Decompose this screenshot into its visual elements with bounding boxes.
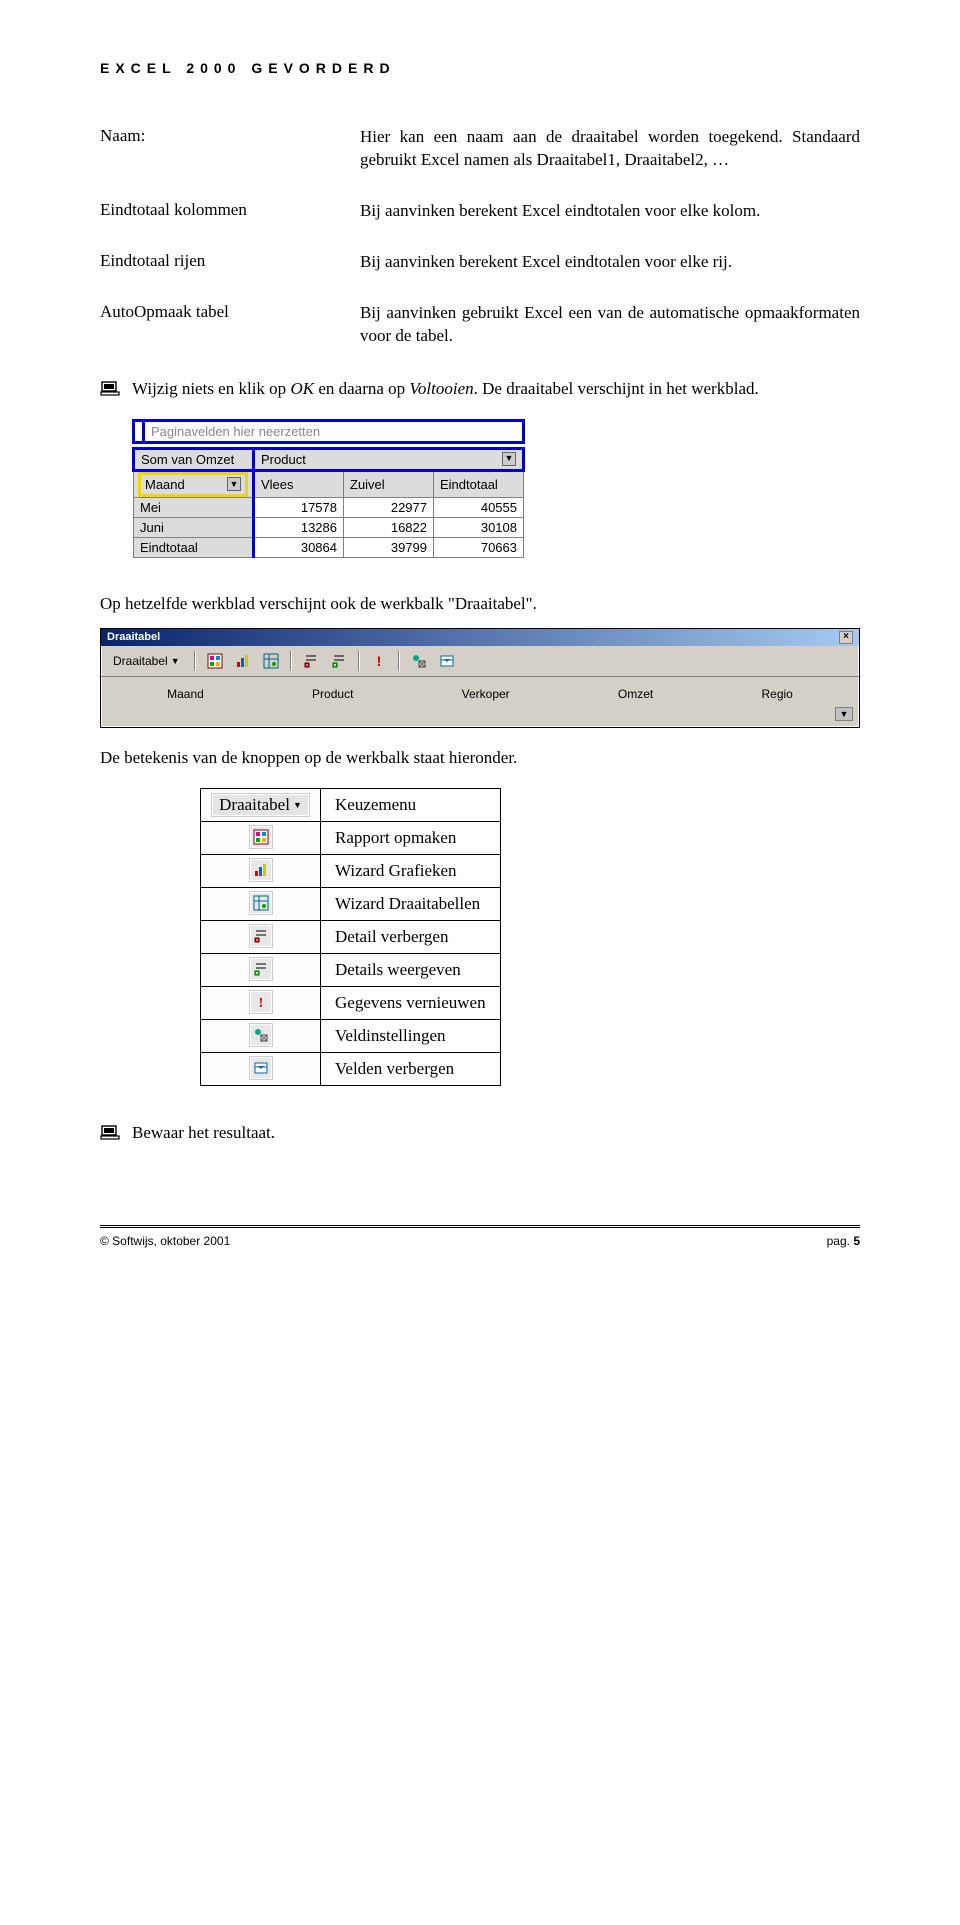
format-report-icon[interactable]	[204, 650, 226, 672]
toolbar-titlebar: Draaitabel ×	[101, 629, 859, 646]
show-detail-icon	[250, 958, 272, 980]
action-text: Bewaar het resultaat.	[132, 1122, 860, 1145]
legend-label: Veldinstellingen	[321, 1019, 501, 1052]
definition-term: AutoOpmaak tabel	[100, 302, 360, 348]
svg-text:!: !	[258, 996, 263, 1010]
format-report-icon	[250, 826, 272, 848]
field-chip[interactable]: Maand	[167, 687, 204, 701]
legend-label: Details weergeven	[321, 953, 501, 986]
chart-wizard-icon	[250, 859, 272, 881]
chevron-down-icon: ▼	[171, 656, 180, 666]
field-settings-icon	[250, 1024, 272, 1046]
definition-desc: Bij aanvinken berekent Excel eindtotalen…	[360, 200, 860, 223]
action-step: Bewaar het resultaat.	[100, 1122, 860, 1145]
legend-label: Keuzemenu	[321, 788, 501, 821]
field-chip[interactable]: Omzet	[618, 687, 653, 701]
chevron-down-icon[interactable]: ▼	[502, 452, 516, 466]
pivot-row-header: Juni	[134, 517, 254, 537]
pivot-value: 30108	[434, 517, 524, 537]
close-icon[interactable]: ×	[839, 631, 853, 644]
pivot-row-header: Eindtotaal	[134, 537, 254, 557]
pivot-month-dropdown[interactable]: Maand ▼	[134, 470, 254, 497]
pivot-value: 22977	[344, 497, 434, 517]
icon-legend: Draaitabel ▼ Keuzemenu Rapport opmaken W…	[200, 788, 860, 1086]
definition-desc: Bij aanvinken gebruikt Excel een van de …	[360, 302, 860, 348]
pivot-col-header: Eindtotaal	[434, 470, 524, 497]
definition-term: Naam:	[100, 126, 360, 172]
show-detail-icon[interactable]	[328, 650, 350, 672]
hide-fields-icon	[250, 1057, 272, 1079]
action-text: Wijzig niets en klik op OK en daarna op …	[132, 378, 860, 401]
pivot-dropzone: Paginavelden hier neerzetten	[144, 420, 524, 442]
pivot-value: 70663	[434, 537, 524, 557]
definition-term: Eindtotaal rijen	[100, 251, 360, 274]
legend-label: Gegevens vernieuwen	[321, 986, 501, 1019]
chevron-down-icon[interactable]: ▼	[227, 477, 241, 491]
legend-label: Wizard Grafieken	[321, 854, 501, 887]
definition-term: Eindtotaal kolommen	[100, 200, 360, 223]
legend-label: Detail verbergen	[321, 920, 501, 953]
toolbar-title-text: Draaitabel	[107, 631, 160, 643]
separator	[358, 651, 360, 671]
hide-fields-icon[interactable]	[436, 650, 458, 672]
field-chip[interactable]: Regio	[761, 687, 792, 701]
toolbar-buttons-row: Draaitabel ▼ !	[101, 646, 859, 677]
pivot-wizard-icon	[250, 892, 272, 914]
hide-detail-icon	[250, 925, 272, 947]
definition-desc: Bij aanvinken berekent Excel eindtotalen…	[360, 251, 860, 274]
footer-pagenum: pag. 5	[827, 1234, 860, 1248]
toolbar-fields-row: Maand Product Verkoper Omzet Regio	[101, 677, 859, 707]
field-settings-icon[interactable]	[408, 650, 430, 672]
footer-copyright: © Softwijs, oktober 2001	[100, 1234, 230, 1248]
legend-label: Rapport opmaken	[321, 821, 501, 854]
definition-row: Eindtotaal rijen Bij aanvinken berekent …	[100, 251, 860, 274]
pivot-col-header: Vlees	[254, 470, 344, 497]
pivot-product-dropdown[interactable]: Product ▼	[254, 448, 524, 470]
pivot-value: 17578	[254, 497, 344, 517]
legend-label: Velden verbergen	[321, 1052, 501, 1085]
legend-icon-cell: Draaitabel ▼	[201, 788, 321, 821]
definition-row: Naam: Hier kan een naam aan de draaitabe…	[100, 126, 860, 172]
pivot-value: 16822	[344, 517, 434, 537]
hide-detail-icon[interactable]	[300, 650, 322, 672]
refresh-data-icon[interactable]: !	[368, 650, 390, 672]
separator	[290, 651, 292, 671]
pivot-table-screenshot: Paginavelden hier neerzetten Som van Omz…	[132, 419, 860, 558]
draaitabel-menu-button[interactable]: Draaitabel ▼	[107, 650, 186, 672]
page-header: EXCEL 2000 GEVORDERD	[100, 60, 860, 76]
pivot-value: 40555	[434, 497, 524, 517]
pivot-wizard-icon[interactable]	[260, 650, 282, 672]
definition-desc: Hier kan een naam aan de draaitabel word…	[360, 126, 860, 172]
definition-row: Eindtotaal kolommen Bij aanvinken bereke…	[100, 200, 860, 223]
body-text: Op hetzelfde werkblad verschijnt ook de …	[100, 594, 860, 614]
pivot-row-header: Mei	[134, 497, 254, 517]
separator	[194, 651, 196, 671]
pivot-toolbar-screenshot: Draaitabel × Draaitabel ▼ !	[100, 628, 860, 728]
pivot-value: 30864	[254, 537, 344, 557]
computer-icon	[100, 378, 132, 398]
pivot-value: 13286	[254, 517, 344, 537]
body-text: De betekenis van de knoppen op de werkba…	[100, 748, 860, 768]
pivot-corner: Som van Omzet	[134, 448, 254, 470]
svg-text:!: !	[376, 653, 381, 669]
chart-wizard-icon[interactable]	[232, 650, 254, 672]
definition-row: AutoOpmaak tabel Bij aanvinken gebruikt …	[100, 302, 860, 348]
pivot-value: 39799	[344, 537, 434, 557]
action-step: Wijzig niets en klik op OK en daarna op …	[100, 378, 860, 401]
computer-icon	[100, 1122, 132, 1142]
page-footer: © Softwijs, oktober 2001 pag. 5	[100, 1225, 860, 1248]
definitions-list: Naam: Hier kan een naam aan de draaitabe…	[100, 126, 860, 348]
scroll-down-icon[interactable]: ▼	[835, 707, 853, 721]
refresh-data-icon: !	[250, 991, 272, 1013]
field-chip[interactable]: Product	[312, 687, 353, 701]
legend-label: Wizard Draaitabellen	[321, 887, 501, 920]
separator	[398, 651, 400, 671]
field-chip[interactable]: Verkoper	[462, 687, 510, 701]
toolbar-footer: ▼	[101, 707, 859, 727]
pivot-col-header: Zuivel	[344, 470, 434, 497]
